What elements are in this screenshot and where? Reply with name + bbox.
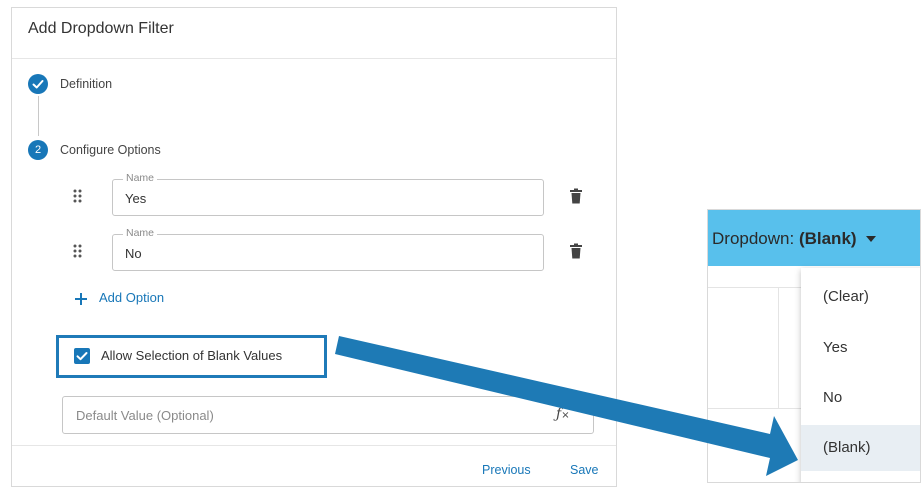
arrow-shape — [335, 336, 798, 476]
callout-arrow — [335, 336, 798, 476]
